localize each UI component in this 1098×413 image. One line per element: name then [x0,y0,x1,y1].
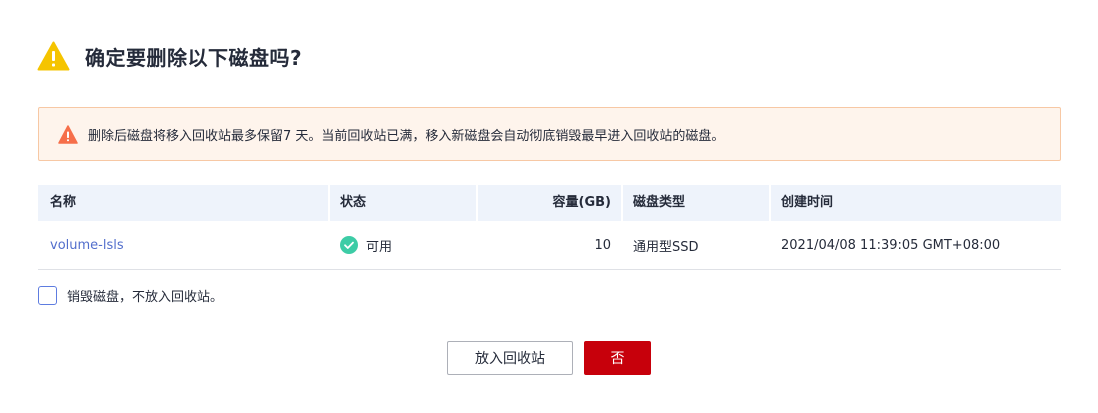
delete-disk-dialog: 确定要删除以下磁盘吗? 删除后磁盘将移入回收站最多保留7 天。当前回收站已满，移… [0,0,1098,413]
destroy-disk-checkbox[interactable] [38,285,57,305]
column-header-created: 创建时间 [769,185,1061,221]
cell-created: 2021/04/08 11:39:05 GMT+08:00 [781,237,1001,253]
destroy-disk-label[interactable]: 销毁磁盘，不放入回收站。 [67,286,223,305]
cell-name: volume-lsls [38,238,328,253]
warning-icon [58,124,78,144]
cell-capacity: 10 [594,237,611,253]
column-header-status: 状态 [328,185,476,221]
check-circle-icon [340,236,358,254]
status-text: 可用 [366,239,393,255]
disk-table: 名称 状态 容量(GB) 磁盘类型 创建时间 volume-lsls 可用 10… [38,185,1061,270]
cell-status: 可用 [328,236,476,255]
cell-type: 通用型SSD [633,239,699,255]
column-header-type: 磁盘类型 [621,185,769,221]
table-header: 名称 状态 容量(GB) 磁盘类型 创建时间 [38,185,1061,221]
warning-alert: 删除后磁盘将移入回收站最多保留7 天。当前回收站已满，移入新磁盘会自动彻底销毁最… [38,107,1061,161]
disk-name-link[interactable]: volume-lsls [50,238,124,253]
move-to-recycle-bin-button[interactable]: 放入回收站 [447,341,573,375]
destroy-disk-option: 销毁磁盘，不放入回收站。 [38,284,223,306]
alert-message: 删除后磁盘将移入回收站最多保留7 天。当前回收站已满，移入新磁盘会自动彻底销毁最… [88,128,725,144]
column-header-name: 名称 [50,195,77,210]
dialog-title: 确定要删除以下磁盘吗? [85,45,303,70]
table-row: volume-lsls 可用 10 通用型SSD 2021/04/08 11:3… [38,221,1061,270]
no-button[interactable]: 否 [584,341,651,375]
dialog-header: 确定要删除以下磁盘吗? [37,40,302,72]
warning-icon [37,41,70,71]
column-header-capacity: 容量(GB) [476,185,621,221]
